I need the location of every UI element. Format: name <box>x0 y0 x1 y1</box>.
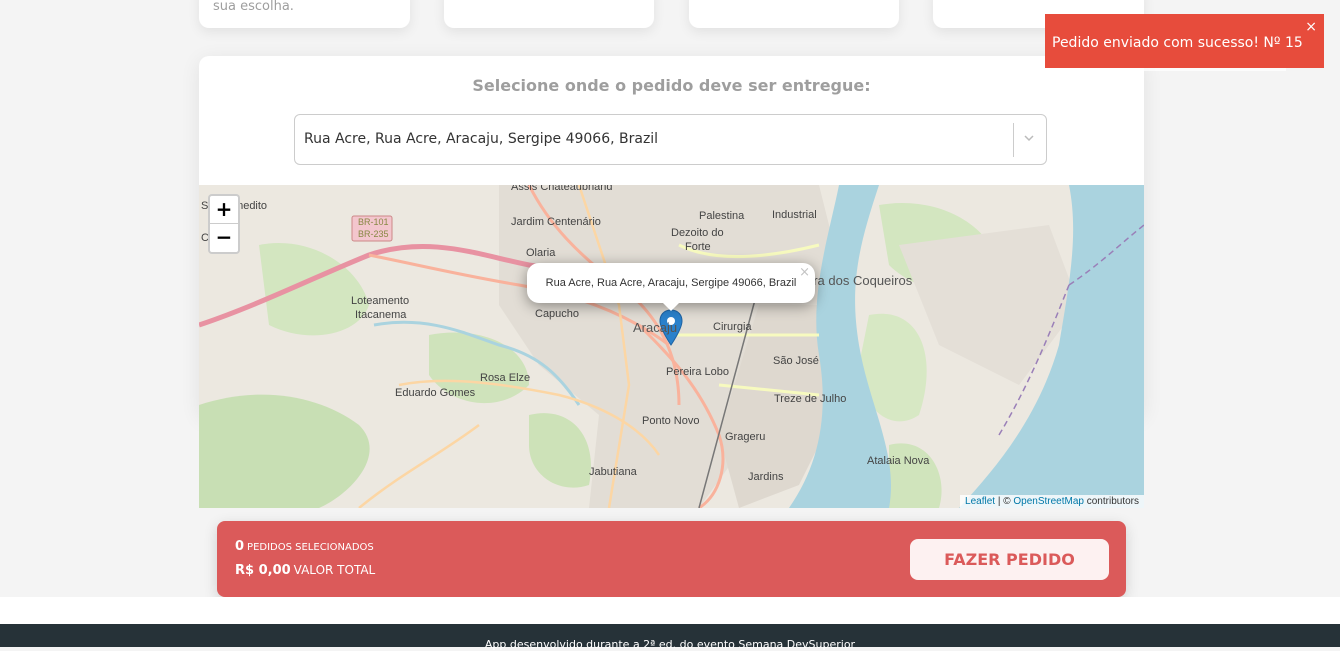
map-label: Aracaju <box>633 320 678 335</box>
place-order-button[interactable]: FAZER PEDIDO <box>910 539 1109 580</box>
page-spacer <box>0 597 1340 624</box>
map-label: Pereira Lobo <box>666 366 729 378</box>
highway-label: BR-101 <box>358 217 389 227</box>
product-card-3[interactable] <box>689 0 899 28</box>
map-label: Rosa Elze <box>480 372 531 384</box>
map-label: Treze de Julho <box>774 393 847 405</box>
popup-address: Rua Acre, Rua Acre, Aracaju, Sergipe 490… <box>545 277 797 289</box>
product-card-2[interactable] <box>444 0 654 28</box>
address-select[interactable]: Rua Acre, Rua Acre, Aracaju, Sergipe 490… <box>294 114 1047 165</box>
map-label: São José <box>773 355 819 367</box>
highway-label: BR-235 <box>358 229 389 239</box>
map-label: Eduardo Gomes <box>395 387 476 399</box>
leaflet-link[interactable]: Leaflet <box>965 496 995 507</box>
map-label: Capucho <box>535 308 580 320</box>
map-label: Industrial <box>772 209 817 221</box>
zoom-control: + − <box>208 194 240 254</box>
total-value-amount: R$ 0,00 <box>235 563 291 578</box>
map-label: Ponto Novo <box>642 415 700 427</box>
map-label: Cirurgia <box>713 321 752 333</box>
zoom-out-button[interactable]: − <box>210 224 238 251</box>
openstreetmap-link[interactable]: OpenStreetMap <box>1013 496 1084 507</box>
attribution-separator: | © <box>995 496 1014 507</box>
map-label: Dezoito do <box>671 227 724 239</box>
popup-close-button[interactable]: × <box>799 265 810 280</box>
footer: App desenvolvido durante a 2ª ed. do eve… <box>0 624 1340 651</box>
map-label: Forte <box>685 241 711 253</box>
select-separator <box>1013 123 1014 157</box>
map-attribution: Leaflet | © OpenStreetMap contributors <box>960 495 1144 508</box>
total-value-label: VALOR TOTAL <box>293 563 376 577</box>
total-value: R$ 0,00 VALOR TOTAL <box>235 563 375 578</box>
selected-count-label: PEDIDOS SELECIONADOS <box>247 542 374 553</box>
toast-close-button[interactable]: × <box>1305 19 1317 35</box>
toast-progress-bar <box>1045 68 1286 71</box>
map-label: Grageru <box>725 431 766 443</box>
success-toast: Pedido enviado com sucesso! Nº 15 × <box>1045 14 1324 71</box>
map-label: Palestina <box>699 210 745 222</box>
footer-text: App desenvolvido durante a 2ª ed. do eve… <box>484 638 856 651</box>
map-label: Loteamento <box>351 295 410 307</box>
chevron-down-icon[interactable] <box>1022 131 1036 145</box>
attribution-suffix: contributors <box>1083 496 1139 507</box>
map-label: Jabutiana <box>589 466 637 478</box>
map-label: Jardins <box>748 471 784 483</box>
map-label: Olaria <box>526 247 556 259</box>
toast-message: Pedido enviado com sucesso! Nº 15 <box>1052 35 1303 51</box>
delivery-title: Selecione onde o pedido deve ser entregu… <box>472 76 871 95</box>
map-label: Atalaia Nova <box>867 455 930 467</box>
address-select-value: Rua Acre, Rua Acre, Aracaju, Sergipe 490… <box>304 131 659 147</box>
popup-tip <box>661 301 681 311</box>
zoom-in-button[interactable]: + <box>210 196 238 224</box>
map-popup: Rua Acre, Rua Acre, Aracaju, Sergipe 490… <box>527 263 815 311</box>
selected-count: 0 PEDIDOS SELECIONADOS <box>235 539 374 554</box>
order-summary: 0 PEDIDOS SELECIONADOS R$ 0,00 VALOR TOTAL… <box>217 521 1126 597</box>
map-label: Itacanema <box>355 309 407 321</box>
selected-count-value: 0 <box>235 539 245 554</box>
product-card-1[interactable]: sua escolha. <box>199 0 410 28</box>
product-card-description: sua escolha. <box>213 0 294 14</box>
map-label: Assis Chateaubriand <box>511 185 613 193</box>
map-label: Jardim Centenário <box>511 216 601 228</box>
delivery-map[interactable]: Assis Chateaubriand São Benedito Carrá J… <box>199 185 1144 508</box>
